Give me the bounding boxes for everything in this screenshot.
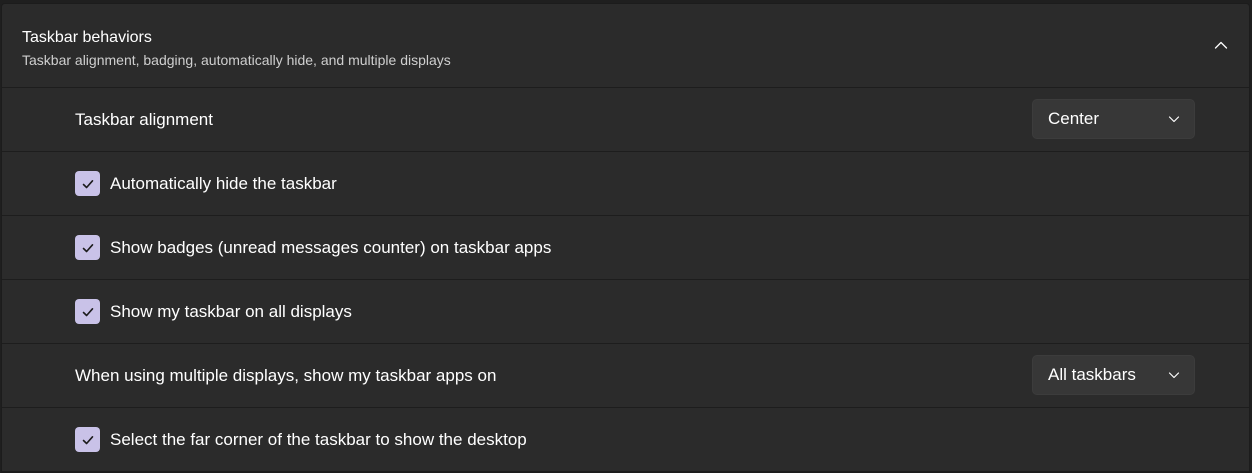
badges-label[interactable]: Show badges (unread messages counter) on… <box>110 216 551 279</box>
multi-display-apps-row: When using multiple displays, show my ta… <box>2 344 1249 408</box>
all-displays-label[interactable]: Show my taskbar on all displays <box>110 280 352 343</box>
chevron-down-icon <box>1168 372 1180 379</box>
multi-display-apps-dropdown[interactable]: All taskbars <box>1032 355 1195 395</box>
badges-row: Show badges (unread messages counter) on… <box>2 216 1249 280</box>
far-corner-checkbox[interactable] <box>75 427 100 452</box>
badges-checkbox[interactable] <box>75 235 100 260</box>
far-corner-row: Select the far corner of the taskbar to … <box>2 408 1249 472</box>
checkmark-icon <box>82 307 93 316</box>
auto-hide-label[interactable]: Automatically hide the taskbar <box>110 152 337 215</box>
checkmark-icon <box>82 243 93 252</box>
auto-hide-row: Automatically hide the taskbar <box>2 152 1249 216</box>
taskbar-alignment-row: Taskbar alignment Center <box>2 88 1249 152</box>
multi-display-apps-label: When using multiple displays, show my ta… <box>75 366 497 385</box>
auto-hide-checkbox[interactable] <box>75 171 100 196</box>
all-displays-checkbox[interactable] <box>75 299 100 324</box>
section-title: Taskbar behaviors <box>22 29 152 46</box>
checkmark-icon <box>82 179 93 188</box>
chevron-down-icon <box>1168 116 1180 123</box>
multi-display-apps-value: All taskbars <box>1048 365 1136 384</box>
taskbar-alignment-label: Taskbar alignment <box>75 110 213 129</box>
all-displays-row: Show my taskbar on all displays <box>2 280 1249 344</box>
taskbar-behaviors-panel: Taskbar behaviors Taskbar alignment, bad… <box>1 3 1250 473</box>
taskbar-alignment-dropdown[interactable]: Center <box>1032 99 1195 139</box>
collapse-button[interactable] <box>1207 31 1235 59</box>
chevron-up-icon <box>1214 41 1228 49</box>
taskbar-alignment-value: Center <box>1048 109 1100 128</box>
section-header[interactable]: Taskbar behaviors Taskbar alignment, bad… <box>2 4 1249 88</box>
section-subtitle: Taskbar alignment, badging, automaticall… <box>22 52 451 68</box>
checkmark-icon <box>82 435 93 444</box>
far-corner-label[interactable]: Select the far corner of the taskbar to … <box>110 408 527 471</box>
